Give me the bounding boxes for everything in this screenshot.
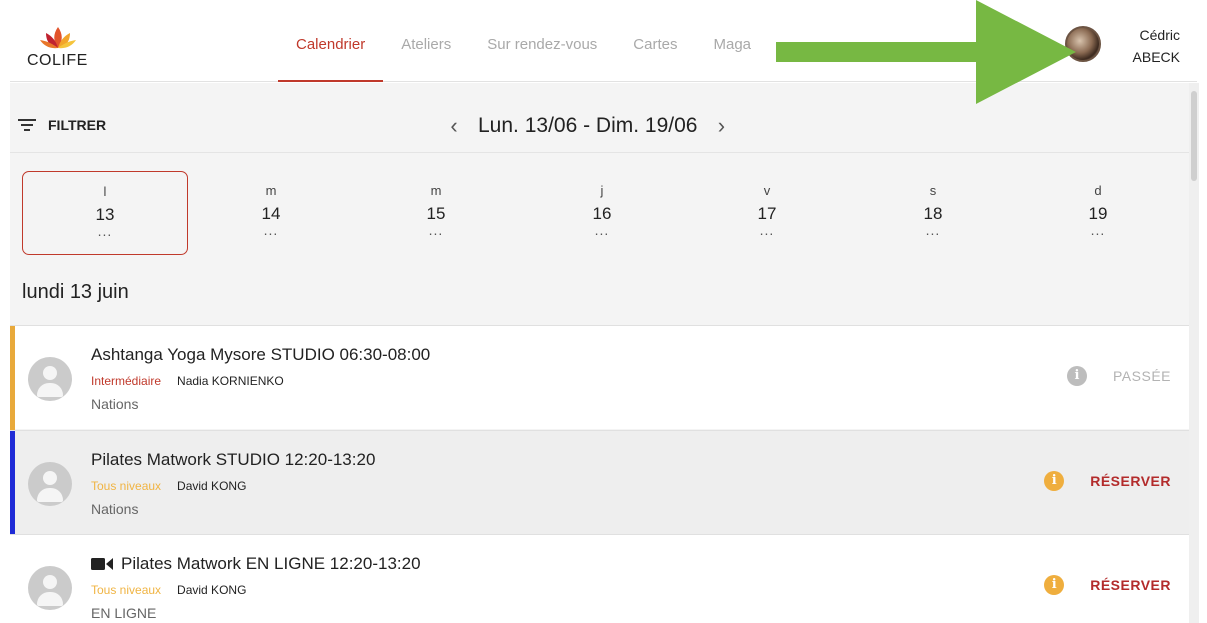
info-icon[interactable]: i [1044, 575, 1065, 595]
more-icon: ... [97, 223, 113, 239]
day-cell[interactable]: s 18... [850, 171, 1016, 255]
day-cell[interactable]: d 19... [1015, 171, 1181, 255]
more-icon: ... [759, 222, 775, 238]
session-meta: Intermédiaire Nadia KORNIENKO [91, 374, 284, 388]
filter-button[interactable]: FILTRER [18, 117, 106, 133]
session-color-bar [10, 431, 15, 535]
lotus-logo-icon [40, 27, 76, 49]
colife-logo[interactable]: COLIFE [27, 24, 97, 70]
session-status: i RÉSERVER [1044, 575, 1171, 595]
session-title: Ashtanga Yoga Mysore STUDIO 06:30-08:00 [91, 345, 430, 365]
nav-tab-ateliers[interactable]: Ateliers [383, 10, 469, 82]
nav-tab-sur-rendez-vous[interactable]: Sur rendez-vous [469, 10, 615, 82]
more-icon: ... [594, 222, 610, 238]
day-number: 19 [1088, 204, 1108, 223]
session-teacher: David KONG [177, 479, 247, 493]
day-number: 15 [426, 204, 446, 223]
green-arrow-annotation [776, 0, 1076, 104]
filter-label: FILTRER [48, 117, 107, 133]
teacher-avatar-icon [28, 462, 72, 506]
day-number: 14 [261, 204, 281, 223]
session-location: Nations [91, 501, 139, 517]
day-number: 16 [592, 204, 612, 223]
day-cell[interactable]: j 16... [519, 171, 685, 255]
session-title-text: Pilates Matwork STUDIO 12:20-13:20 [91, 450, 376, 469]
chevron-right-icon[interactable]: › [709, 113, 733, 139]
teacher-avatar-icon [28, 357, 72, 401]
main-nav: Calendrier Ateliers Sur rendez-vous Cart… [278, 10, 769, 82]
day-letter: s [929, 183, 937, 198]
session-title: Pilates Matwork EN LIGNE 12:20-13:20 [91, 554, 421, 574]
session-teacher: Nadia KORNIENKO [177, 374, 284, 388]
info-icon[interactable]: i [1044, 471, 1065, 491]
session-level: Intermédiaire [91, 374, 162, 388]
day-cell[interactable]: l 13... [22, 171, 188, 255]
day-number: 18 [923, 204, 943, 223]
nav-tab-cartes[interactable]: Cartes [615, 10, 695, 82]
videocam-icon [91, 558, 113, 570]
day-letter: d [1094, 183, 1102, 198]
scrollbar[interactable] [1189, 83, 1199, 623]
day-letter: l [103, 184, 107, 199]
week-range-label: Lun. 13/06 - Dim. 19/06 [478, 114, 698, 137]
reserve-button[interactable]: RÉSERVER [1090, 577, 1171, 593]
session-location: Nations [91, 396, 139, 412]
user-first-name: Cédric [1139, 27, 1180, 43]
teacher-avatar-icon [28, 566, 72, 610]
day-letter: v [763, 183, 771, 198]
session-card[interactable]: Pilates Matwork STUDIO 12:20-13:20 Tous n… [10, 430, 1199, 535]
filter-list-icon [18, 119, 36, 131]
session-color-bar [10, 326, 15, 430]
user-menu[interactable]: Cédric ABECK [1110, 24, 1180, 68]
more-icon: ... [925, 222, 941, 238]
session-level: Tous niveaux [91, 583, 162, 597]
info-icon[interactable]: i [1067, 366, 1087, 386]
session-title-text: Pilates Matwork EN LIGNE 12:20-13:20 [121, 554, 421, 573]
more-icon: ... [428, 222, 444, 238]
day-cell[interactable]: m 15... [353, 171, 519, 255]
session-card[interactable]: Ashtanga Yoga Mysore STUDIO 06:30-08:00 I… [10, 325, 1199, 430]
day-letter: m [430, 183, 442, 198]
selected-date-heading: lundi 13 juin [22, 281, 129, 303]
session-status: i RÉSERVER [1044, 471, 1171, 491]
session-level: Tous niveaux [91, 479, 162, 493]
week-navigator: ‹ Lun. 13/06 - Dim. 19/06 › [442, 113, 733, 139]
scrollbar-thumb[interactable] [1191, 91, 1197, 181]
chevron-left-icon[interactable]: ‹ [442, 113, 466, 139]
session-meta: Tous niveaux David KONG [91, 583, 246, 597]
day-letter: m [265, 183, 277, 198]
nav-tab-magasin[interactable]: Maga [695, 10, 769, 82]
session-card[interactable]: Pilates Matwork EN LIGNE 12:20-13:20 Tous… [10, 534, 1199, 623]
day-cell[interactable]: v 17... [684, 171, 850, 255]
session-meta: Tous niveaux David KONG [91, 479, 246, 493]
nav-tab-calendrier[interactable]: Calendrier [278, 10, 384, 82]
session-title-text: Ashtanga Yoga Mysore STUDIO 06:30-08:00 [91, 345, 431, 364]
more-icon: ... [263, 222, 279, 238]
session-location: EN LIGNE [91, 605, 157, 621]
calendar-main: FILTRER ‹ Lun. 13/06 - Dim. 19/06 › l 13.… [10, 83, 1199, 623]
reserve-button[interactable]: RÉSERVER [1090, 473, 1171, 489]
day-letter: j [600, 183, 604, 198]
session-title: Pilates Matwork STUDIO 12:20-13:20 [91, 450, 375, 470]
day-number: 13 [95, 205, 115, 224]
session-teacher: David KONG [177, 583, 247, 597]
logo-text: COLIFE [27, 52, 88, 69]
day-cell[interactable]: m 14... [188, 171, 354, 255]
session-status: i PASSÉE [1067, 366, 1171, 386]
user-last-name: ABECK [1132, 49, 1180, 65]
status-past-label: PASSÉE [1113, 368, 1171, 384]
more-icon: ... [1090, 222, 1106, 238]
week-day-selector: l 13... m 14... m 15... j 16... v 17... s 18... d 19.… [22, 171, 1186, 255]
day-number: 17 [757, 204, 777, 223]
